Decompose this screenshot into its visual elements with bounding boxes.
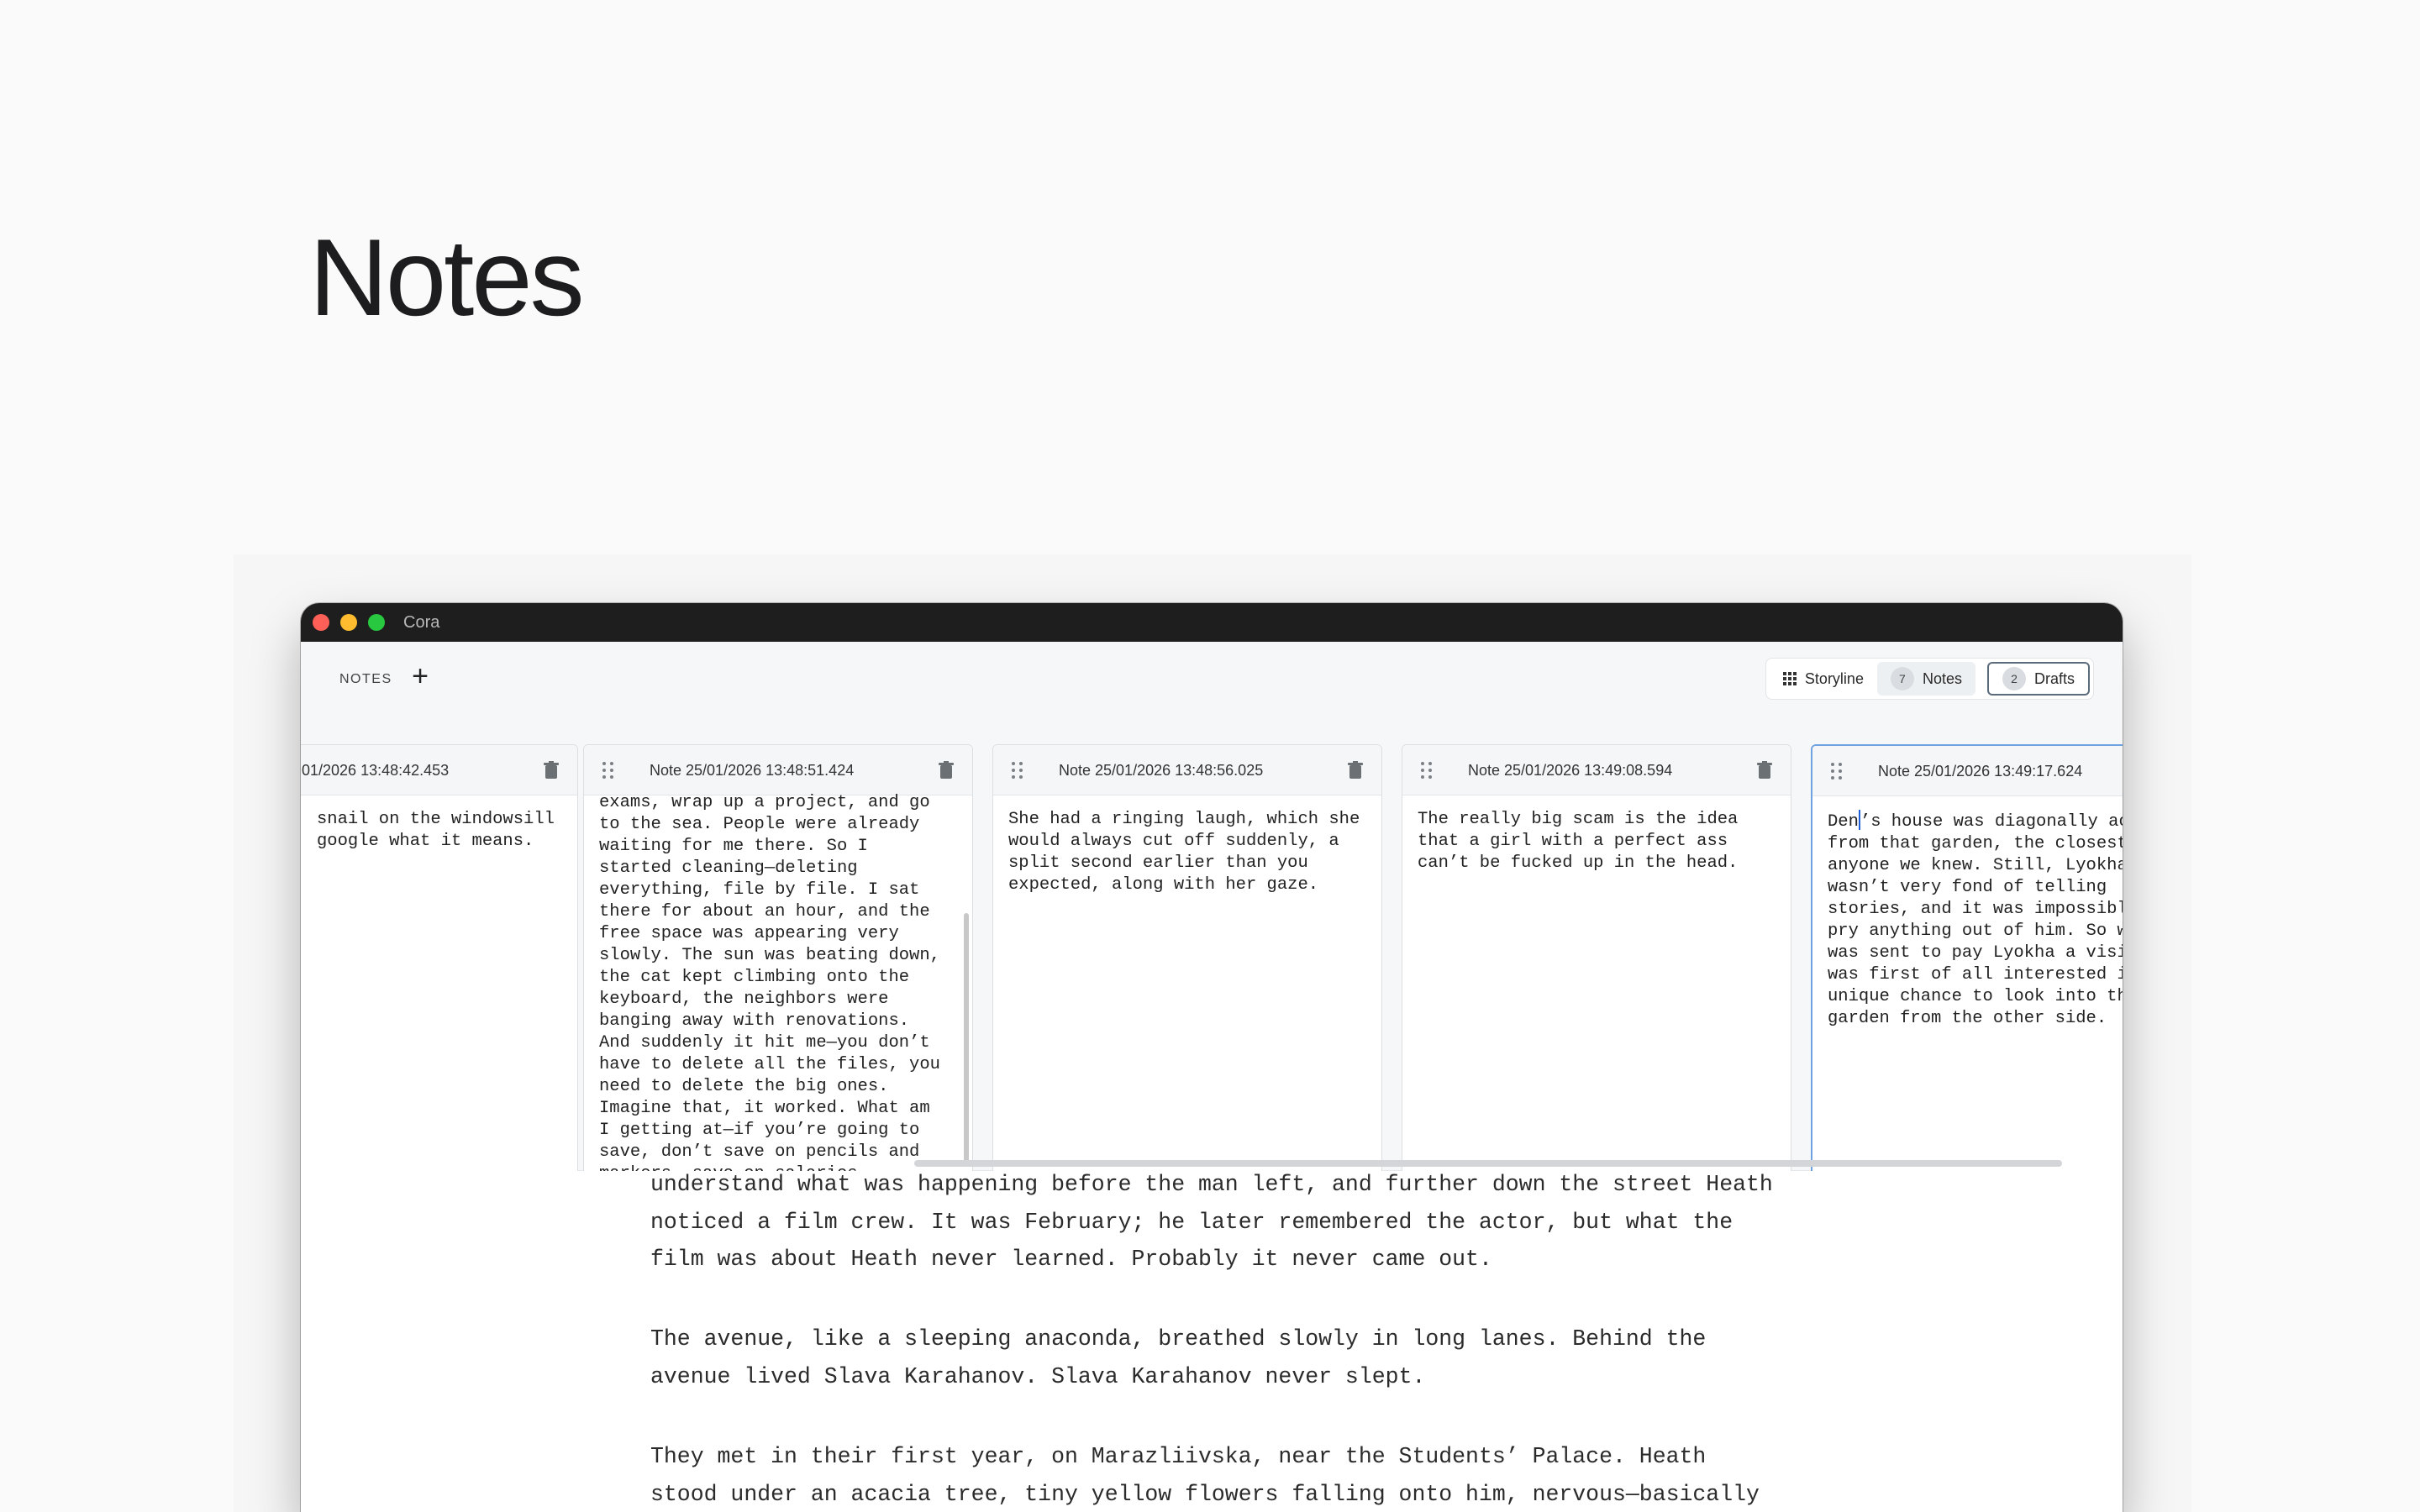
note-title: Note 25/01/2026 13:49:17.624 [1878, 763, 2083, 780]
trash-icon[interactable] [1348, 761, 1363, 780]
storyline-label: Storyline [1804, 669, 1864, 687]
drafts-tab-label: Drafts [2033, 669, 2075, 687]
note-card[interactable]: 01/2026 13:48:42.453 snail on the window… [301, 744, 578, 1179]
note-text[interactable]: snail on the windowsill google what it m… [317, 809, 562, 1179]
view-switcher: Storyline 7 Notes 2 Drafts [1765, 658, 2094, 700]
note-text[interactable]: Den’s house was diagonally ac from that … [1828, 810, 2123, 1178]
notes-section-label: NOTES [339, 672, 392, 686]
notes-count-badge: 7 [1890, 667, 1914, 690]
note-text[interactable]: exams, wrap up a project, and go to the … [599, 792, 957, 1179]
note-card-header: Note 25/01/2026 13:48:51.424 [584, 745, 972, 795]
add-note-button[interactable]: + [405, 662, 435, 692]
notes-tab[interactable]: 7 Notes [1876, 662, 1975, 696]
note-scrollbar[interactable] [964, 913, 969, 1165]
close-window-button[interactable] [313, 614, 329, 631]
note-title: 01/2026 13:48:42.453 [302, 762, 450, 779]
drag-handle-icon[interactable] [602, 762, 614, 779]
trash-icon[interactable] [1757, 761, 1772, 780]
editor-paragraph[interactable]: The avenue, like a sleeping anaconda, br… [650, 1320, 1706, 1395]
note-text-start: Den [1828, 812, 1859, 832]
note-text[interactable]: The really big scam is the idea that a g… [1418, 809, 1776, 1179]
drag-handle-icon[interactable] [1421, 762, 1433, 779]
page-title: Notes [309, 216, 585, 339]
note-card-header: Note 25/01/2026 13:49:08.594 [1402, 745, 1791, 795]
grid-icon [1782, 672, 1797, 685]
note-title: Note 25/01/2026 13:48:51.424 [650, 762, 855, 779]
note-card[interactable]: Note 25/01/2026 13:48:56.025 She had a r… [992, 744, 1382, 1179]
app-window: Cora NOTES + Storyline 7 Notes 2 Drafts … [301, 603, 2123, 1512]
note-text-rest: ’s house was diagonally ac from that gar… [1828, 812, 2123, 1028]
notes-panel: NOTES + Storyline 7 Notes 2 Drafts 01/20… [301, 642, 2123, 1179]
notes-tab-label: Notes [1922, 669, 1962, 687]
trash-icon[interactable] [939, 761, 954, 780]
note-card-header: 01/2026 13:48:42.453 [301, 745, 577, 795]
trash-icon[interactable] [544, 761, 559, 780]
note-card-header: Note 25/01/2026 13:49:17.624 [1812, 746, 2123, 796]
storyline-tab[interactable]: Storyline [1770, 662, 1877, 696]
note-card[interactable]: Note 25/01/2026 13:49:08.594 The really … [1402, 744, 1791, 1179]
drafts-tab[interactable]: 2 Drafts [1986, 662, 2090, 696]
note-card[interactable]: Note 25/01/2026 13:48:51.424 exams, wrap… [583, 744, 973, 1179]
maximize-window-button[interactable] [368, 614, 385, 631]
note-title: Note 25/01/2026 13:48:56.025 [1059, 762, 1264, 779]
note-text[interactable]: She had a ringing laugh, which she would… [1008, 809, 1366, 1179]
note-card-active[interactable]: Note 25/01/2026 13:49:17.624 Den’s house… [1811, 744, 2123, 1179]
draft-editor[interactable]: understand what was happening before the… [301, 1171, 2123, 1512]
note-title: Note 25/01/2026 13:49:08.594 [1468, 762, 1673, 779]
drag-handle-icon[interactable] [1831, 763, 1843, 780]
note-card-header: Note 25/01/2026 13:48:56.025 [993, 745, 1381, 795]
title-bar: Cora [301, 603, 2123, 642]
minimize-window-button[interactable] [340, 614, 357, 631]
editor-paragraph[interactable]: understand what was happening before the… [650, 1166, 1773, 1278]
drafts-count-badge: 2 [2002, 667, 2026, 690]
app-title: Cora [403, 613, 440, 632]
editor-paragraph[interactable]: They met in their first year, on Marazli… [650, 1438, 1760, 1512]
drag-handle-icon[interactable] [1012, 762, 1023, 779]
